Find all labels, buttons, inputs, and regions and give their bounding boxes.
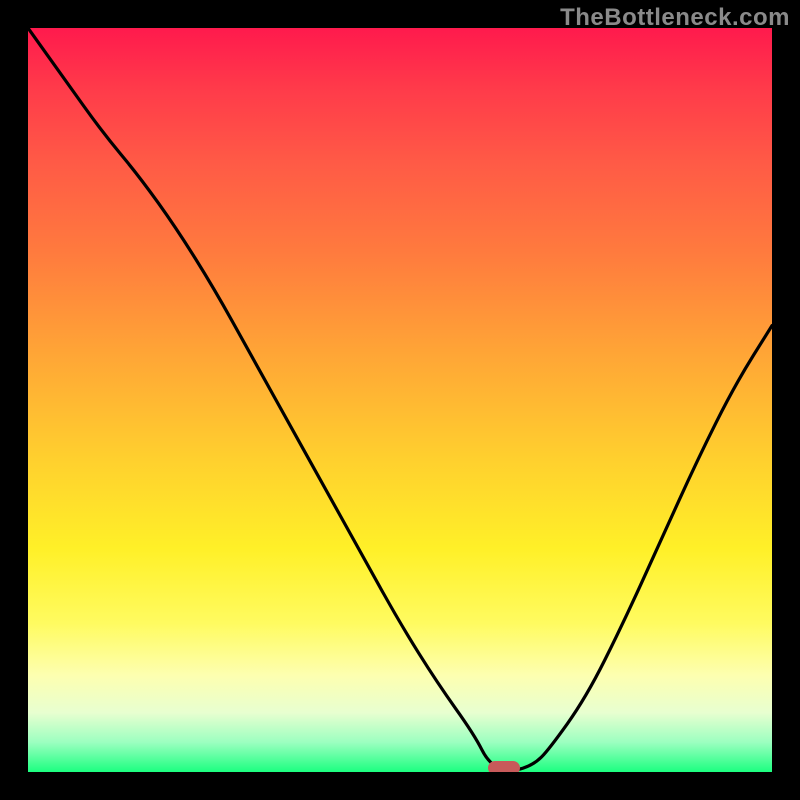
optimal-marker [488, 761, 520, 772]
plot-area [28, 28, 772, 772]
chart-frame: TheBottleneck.com [0, 0, 800, 800]
bottleneck-curve [28, 28, 772, 772]
watermark-text: TheBottleneck.com [560, 4, 790, 32]
